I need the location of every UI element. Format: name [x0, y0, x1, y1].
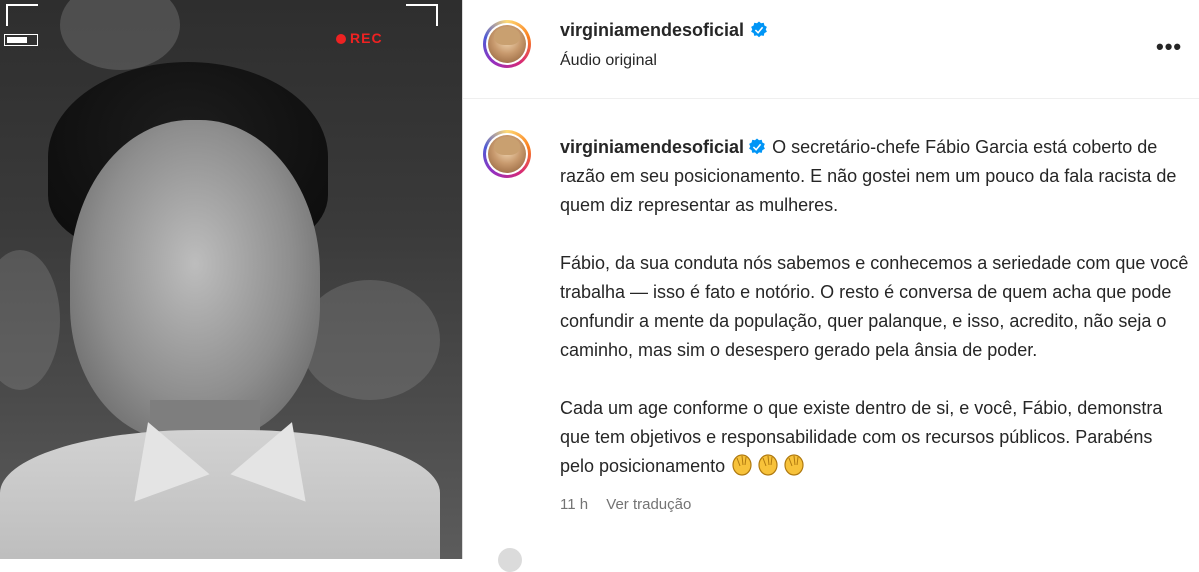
username-link[interactable]: virginiamendesoficial: [560, 20, 744, 40]
see-translation-link[interactable]: Ver tradução: [606, 496, 691, 513]
post-side-panel: virginiamendesoficial Áudio original •••…: [462, 0, 1199, 572]
verified-badge-icon: [749, 138, 765, 155]
comment-avatar[interactable]: [498, 548, 522, 572]
background-shape: [0, 250, 60, 390]
next-comment-row: [498, 548, 1198, 572]
header-username-row: virginiamendesoficial: [560, 20, 768, 41]
caption-avatar[interactable]: [483, 130, 531, 178]
caption-paragraph: virginiamendesoficial O secretário-chefe …: [560, 133, 1190, 220]
caption-paragraph: Cada um age conforme o que existe dentro…: [560, 394, 1190, 481]
caption-username-link[interactable]: virginiamendesoficial: [560, 137, 744, 157]
post-header: virginiamendesoficial Áudio original •••: [463, 0, 1199, 99]
caption-meta: 11 h Ver tradução: [560, 496, 705, 513]
camera-frame-corner: [406, 4, 438, 26]
record-dot-icon: [336, 34, 346, 44]
more-options-button[interactable]: •••: [1156, 34, 1182, 60]
caption-text: Cada um age conforme o que existe dentro…: [560, 398, 1163, 476]
person-face: [70, 120, 320, 440]
avatar[interactable]: [483, 20, 531, 68]
verified-badge-icon: [751, 21, 767, 38]
battery-icon: [4, 34, 38, 46]
post-caption: virginiamendesoficial O secretário-chefe …: [560, 133, 1190, 481]
background-shape: [300, 280, 440, 400]
audio-link[interactable]: Áudio original: [560, 52, 657, 70]
clapping-hands-icon: [732, 454, 804, 476]
rec-label: REC: [350, 30, 383, 46]
camera-frame-corner: [6, 4, 38, 26]
person-shirt: [0, 430, 440, 559]
post-time: 11 h: [560, 496, 589, 513]
caption-paragraph: Fábio, da sua conduta nós sabemos e conh…: [560, 253, 1189, 360]
background-shape: [60, 0, 180, 70]
post-video[interactable]: REC: [0, 0, 462, 559]
